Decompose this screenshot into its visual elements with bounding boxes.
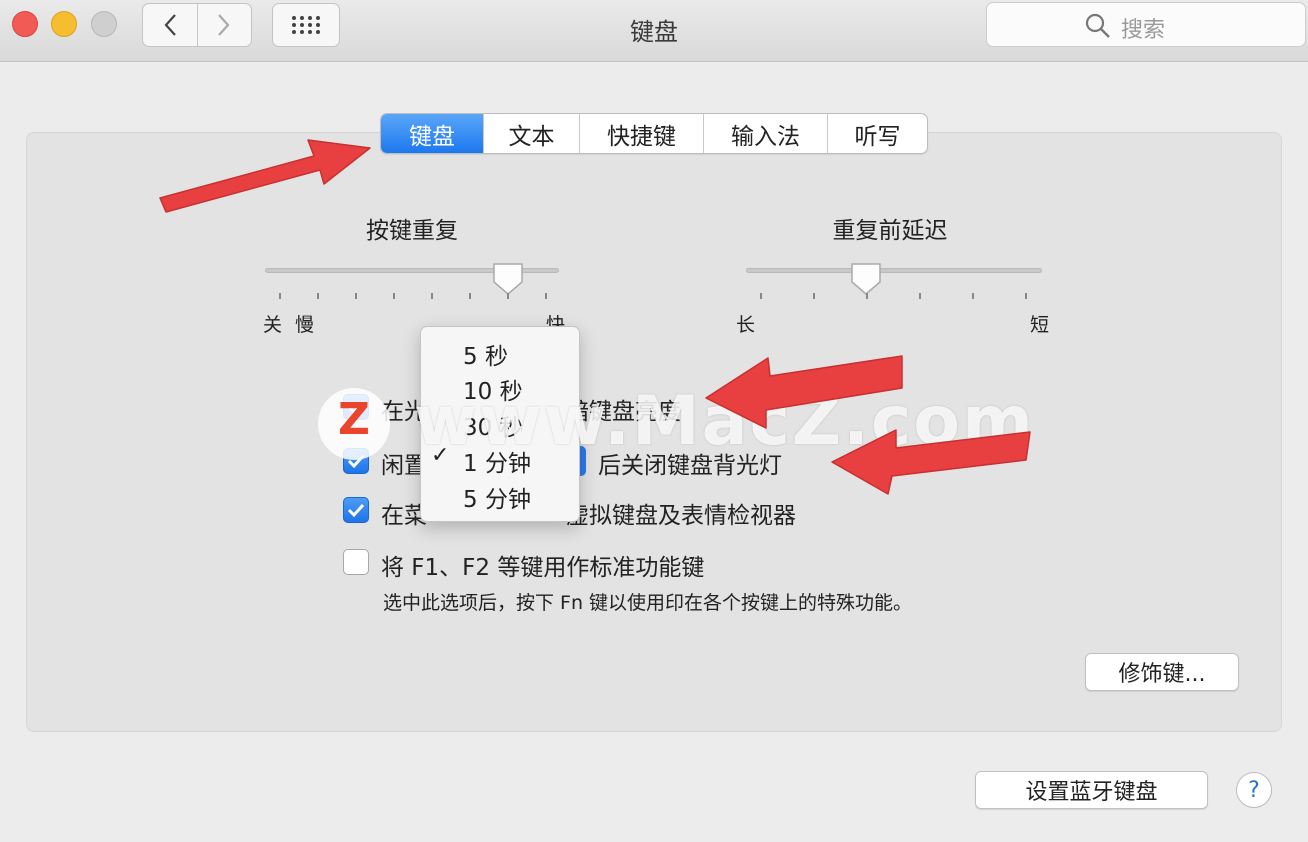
chevron-right-icon	[218, 14, 230, 36]
help-button[interactable]: ?	[1236, 772, 1272, 808]
menu-item-label: 5 秒	[463, 344, 508, 370]
setup-bluetooth-keyboard-button[interactable]: 设置蓝牙键盘	[975, 771, 1208, 809]
slider-tick	[760, 293, 762, 299]
show-viewers-label-end: 虚拟键盘及表情检视器	[566, 503, 796, 529]
forward-button[interactable]	[196, 4, 252, 46]
show-all-button[interactable]	[272, 3, 340, 47]
chevron-left-icon	[164, 14, 176, 36]
repeat-delay-track[interactable]	[746, 268, 1042, 273]
fn-keys-note: 选中此选项后，按下 Fn 键以使用印在各个按键上的特殊功能。	[383, 592, 913, 614]
menu-item-5min[interactable]: 5 分钟	[421, 476, 581, 513]
key-repeat-slider-thumb[interactable]	[492, 262, 524, 296]
title-bar: 键盘 搜索	[0, 0, 1308, 62]
repeat-delay-slider-thumb[interactable]	[850, 262, 882, 296]
repeat-delay-label: 重复前延迟	[832, 218, 948, 244]
show-viewers-checkbox[interactable]	[343, 497, 369, 523]
search-field[interactable]: 搜索	[986, 2, 1306, 47]
menu-item-label: 5 分钟	[463, 487, 531, 513]
tab-input-sources[interactable]: 输入法	[703, 114, 827, 153]
key-repeat-slow-label: 慢	[295, 314, 315, 336]
minimize-window-button[interactable]	[51, 11, 77, 37]
key-repeat-label: 按键重复	[366, 218, 458, 244]
search-placeholder: 搜索	[1121, 18, 1166, 43]
slider-tick	[813, 293, 815, 299]
navigation-buttons	[142, 3, 252, 47]
slider-tick	[972, 293, 974, 299]
zoom-window-button[interactable]	[91, 11, 117, 37]
fn-keys-checkbox[interactable]	[343, 549, 369, 575]
slider-tick	[393, 293, 395, 299]
watermark: Z www.MacZ.com	[318, 380, 1038, 470]
watermark-text: www.MacZ.com	[414, 382, 1035, 461]
slider-tick	[431, 293, 433, 299]
slider-tick	[507, 293, 509, 299]
tab-shortcuts[interactable]: 快捷键	[579, 114, 703, 153]
grid-icon	[292, 16, 320, 34]
key-repeat-off-label: 关	[263, 314, 283, 336]
watermark-logo-letter: Z	[338, 394, 370, 445]
close-window-button[interactable]	[12, 11, 38, 37]
tab-dictation[interactable]: 听写	[827, 114, 927, 153]
fn-keys-label: 将 F1、F2 等键用作标准功能键	[381, 555, 705, 581]
slider-tick	[317, 293, 319, 299]
slider-tick	[355, 293, 357, 299]
slider-tick	[279, 293, 281, 299]
slider-tick	[866, 293, 868, 299]
watermark-logo-icon: Z	[318, 388, 390, 460]
menu-item-5s[interactable]: 5 秒	[421, 333, 581, 370]
repeat-delay-short-label: 短	[1030, 314, 1050, 336]
slider-tick	[469, 293, 471, 299]
window-title: 键盘	[630, 18, 678, 46]
checkmark-icon	[347, 503, 365, 518]
repeat-delay-long-label: 长	[736, 314, 756, 336]
tab-keyboard[interactable]: 键盘	[381, 114, 483, 153]
modifier-keys-button[interactable]: 修饰键...	[1085, 653, 1239, 691]
search-icon	[1085, 13, 1110, 38]
slider-tick	[919, 293, 921, 299]
slider-tick	[545, 293, 547, 299]
tab-bar: 键盘 文本 快捷键 输入法 听写	[380, 113, 928, 154]
tab-text[interactable]: 文本	[483, 114, 579, 153]
slider-tick	[1025, 293, 1027, 299]
back-button[interactable]	[143, 4, 197, 46]
